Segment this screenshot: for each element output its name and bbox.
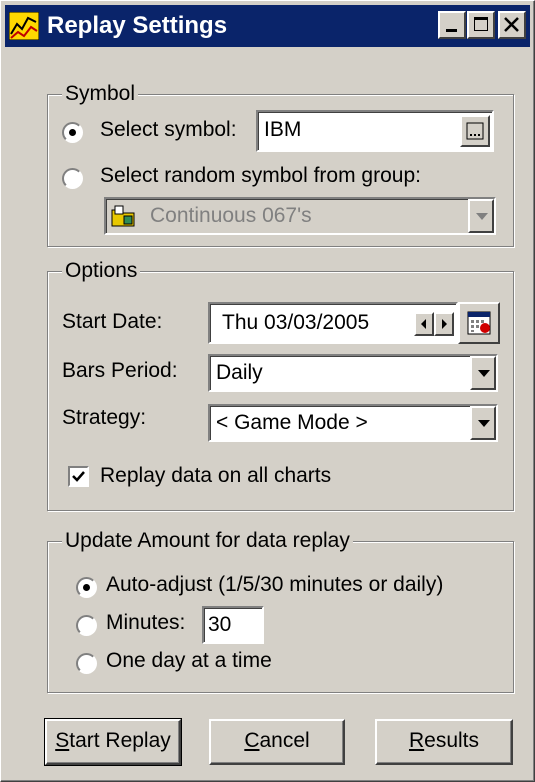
symbol-group-select[interactable]: Continuous 067's xyxy=(104,197,496,235)
close-button[interactable] xyxy=(498,11,526,39)
start-replay-label: tart Replay xyxy=(69,729,171,752)
options-group: Options Start Date: Thu 03/03/2005 Bars … xyxy=(47,259,514,511)
start-date-label: Start Date: xyxy=(62,310,163,333)
replay-all-label[interactable]: Replay data on all charts xyxy=(100,463,331,489)
date-prev-button[interactable] xyxy=(414,312,434,336)
symbol-input[interactable]: IBM xyxy=(256,110,494,152)
one-day-label[interactable]: One day at a time xyxy=(106,648,272,674)
auto-adjust-label[interactable]: Auto-adjust (1/5/30 minutes or daily) xyxy=(106,572,443,598)
bars-period-select[interactable]: Daily xyxy=(208,354,498,392)
symbol-group-title: Symbol xyxy=(62,82,139,106)
maximize-button[interactable] xyxy=(467,11,495,39)
one-day-radio[interactable] xyxy=(76,653,97,674)
symbol-browse-button[interactable] xyxy=(460,115,490,147)
start-replay-button[interactable]: Start Replay xyxy=(44,718,182,766)
minimize-button[interactable] xyxy=(438,11,466,39)
calendar-button[interactable] xyxy=(458,302,500,344)
cancel-label: ancel xyxy=(259,729,310,752)
cancel-button[interactable]: Cancel xyxy=(209,719,345,765)
title-bar[interactable]: Replay Settings xyxy=(5,5,530,47)
cancel-mnemonic: C xyxy=(244,729,260,752)
bars-period-dropdown-button[interactable] xyxy=(470,356,496,390)
minutes-value: 30 xyxy=(208,613,232,636)
strategy-value: < Game Mode > xyxy=(216,411,368,434)
select-symbol-label[interactable]: Select symbol: xyxy=(100,117,237,143)
results-button[interactable]: Results xyxy=(375,719,513,765)
start-date-input[interactable]: Thu 03/03/2005 xyxy=(208,302,458,344)
start-replay-mnemonic: S xyxy=(55,729,70,752)
replay-settings-window: Replay Settings Symbol Select symbol: IB… xyxy=(0,0,535,782)
auto-adjust-radio[interactable] xyxy=(76,577,97,598)
minutes-label[interactable]: Minutes: xyxy=(106,610,185,636)
symbol-group-value: Continuous 067's xyxy=(150,204,312,227)
select-symbol-radio[interactable] xyxy=(62,122,83,143)
strategy-select[interactable]: < Game Mode > xyxy=(208,404,498,442)
update-amount-group: Update Amount for data replay Auto-adjus… xyxy=(47,529,514,693)
strategy-dropdown-button[interactable] xyxy=(470,406,496,440)
symbol-group-dropdown-button[interactable] xyxy=(468,199,494,233)
bars-period-label: Bars Period: xyxy=(62,359,178,382)
chart-app-icon xyxy=(8,11,40,41)
bars-period-value: Daily xyxy=(216,361,263,384)
replay-all-checkbox[interactable] xyxy=(68,466,89,487)
window-title: Replay Settings xyxy=(47,12,228,39)
symbol-value: IBM xyxy=(264,118,302,141)
random-symbol-label[interactable]: Select random symbol from group: xyxy=(100,163,421,189)
symbol-group: Symbol Select symbol: IBM Select random … xyxy=(47,82,514,247)
random-symbol-radio[interactable] xyxy=(62,168,83,189)
update-amount-group-title: Update Amount for data replay xyxy=(62,529,353,553)
symbol-group-folder-icon xyxy=(110,204,138,233)
start-date-value: Thu 03/03/2005 xyxy=(222,311,370,334)
strategy-label: Strategy: xyxy=(62,406,147,429)
date-next-button[interactable] xyxy=(434,312,454,336)
results-mnemonic: R xyxy=(408,729,425,752)
minutes-input[interactable]: 30 xyxy=(202,606,264,644)
results-label: esults xyxy=(424,729,480,752)
minutes-radio[interactable] xyxy=(76,615,97,636)
options-group-title: Options xyxy=(62,259,141,283)
